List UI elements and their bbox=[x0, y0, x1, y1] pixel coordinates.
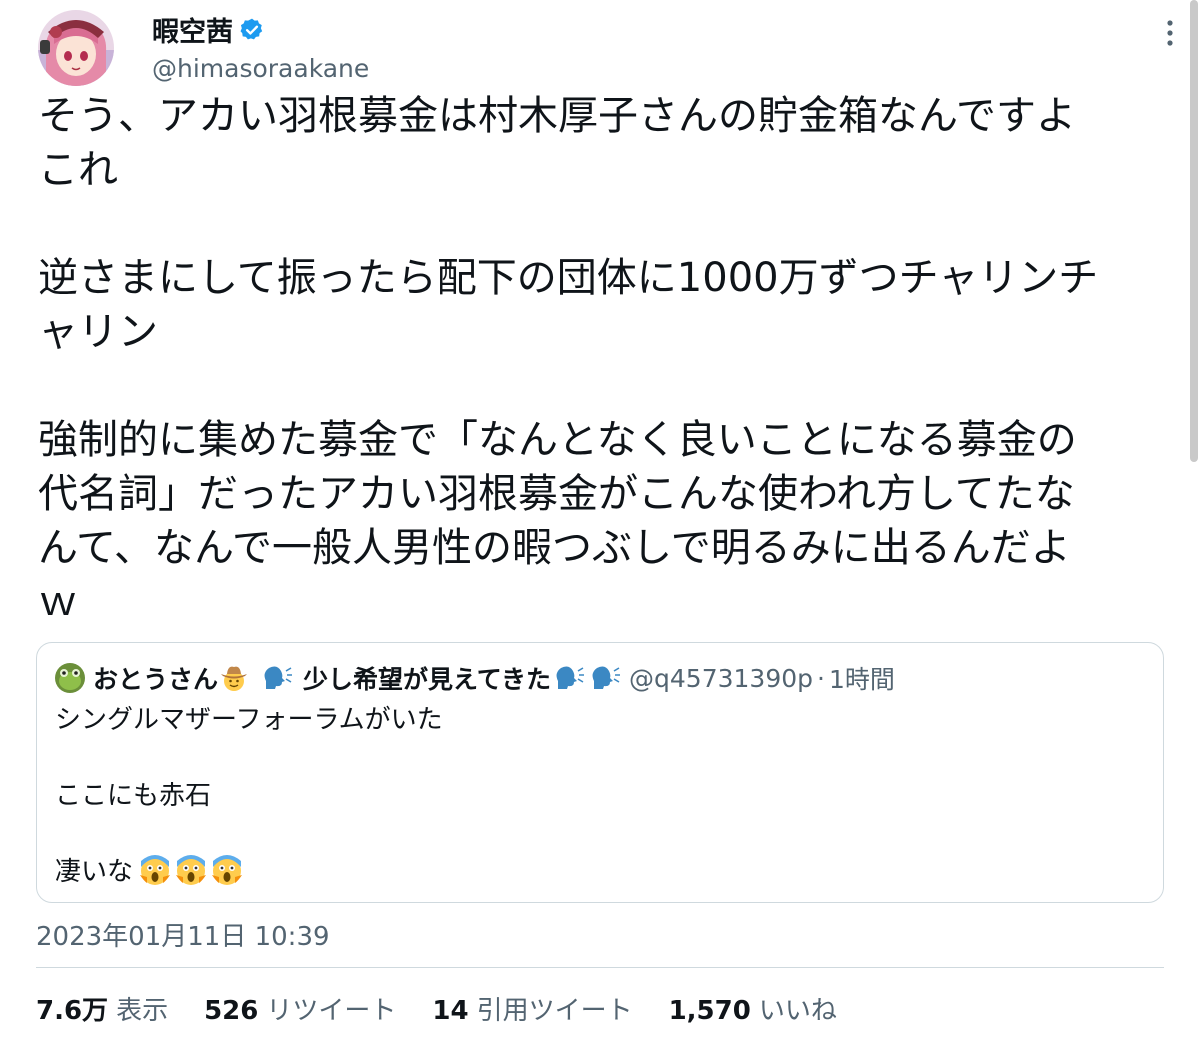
quoted-tweet-text: シングルマザーフォーラムがいた ここにも赤石 凄いな bbox=[55, 705, 443, 887]
verified-badge-icon bbox=[240, 18, 263, 39]
anime-girl-avatar-icon bbox=[38, 10, 114, 86]
quoted-author-name-suffix: 少し希望が見えてきた bbox=[303, 665, 552, 694]
quotes-label[interactable]: 引用ツイート bbox=[477, 990, 633, 1027]
likes-label[interactable]: いいね bbox=[759, 990, 837, 1027]
quotes-stat[interactable]: 14 引用ツイート bbox=[432, 990, 632, 1027]
frog-avatar-icon bbox=[55, 663, 85, 693]
quoted-tweet-header: おとうさん 少し希望が見えてきた @q45731390p · 1時間 bbox=[55, 661, 895, 695]
author-name-row[interactable]: 暇空茜 bbox=[152, 10, 265, 49]
cowboy-face-emoji-icon bbox=[221, 666, 248, 691]
screaming-face-emoji-icon bbox=[176, 855, 206, 885]
speaking-head-emoji-icon bbox=[556, 666, 585, 689]
screaming-face-emoji-icon bbox=[140, 855, 170, 885]
quoted-tweet[interactable]: おとうさん 少し希望が見えてきた @q45731390p · 1時間 シングルマ… bbox=[36, 642, 1164, 903]
engagement-stats: 7.6万 表示 526 リツイート 14 引用ツイート 1,570 いいね bbox=[36, 990, 873, 1027]
screaming-face-emoji-icon bbox=[212, 855, 242, 885]
more-options-icon[interactable] bbox=[1158, 16, 1182, 50]
views-label: 表示 bbox=[116, 996, 169, 1026]
scrollbar-thumb[interactable] bbox=[1190, 0, 1198, 462]
tweet-timestamp[interactable]: 2023年01月11日 10:39 bbox=[36, 916, 330, 953]
author-name[interactable]: 暇空茜 bbox=[152, 10, 233, 49]
retweets-label[interactable]: リツイート bbox=[266, 990, 396, 1027]
views-count: 7.6万 bbox=[36, 996, 109, 1026]
retweets-stat[interactable]: 526 リツイート bbox=[204, 990, 396, 1027]
quoted-author-avatar bbox=[55, 663, 85, 693]
speaking-head-emoji-icon bbox=[264, 666, 293, 689]
likes-count[interactable]: 1,570 bbox=[669, 996, 751, 1026]
quoted-author-handle: @q45731390p bbox=[629, 663, 814, 693]
author-avatar[interactable] bbox=[38, 10, 114, 86]
tweet-text: そう、アカい羽根募金は村木厚子さんの貯金箱なんですよ これ 逆さまにして振ったら… bbox=[38, 93, 1099, 625]
retweets-count[interactable]: 526 bbox=[204, 996, 258, 1026]
quoted-author-name: おとうさん bbox=[93, 665, 219, 694]
speaking-head-emoji-icon bbox=[592, 666, 621, 689]
separator-dot: · bbox=[817, 663, 825, 693]
screaming-emoji-row bbox=[137, 853, 245, 887]
divider bbox=[36, 967, 1164, 968]
views-stat: 7.6万 表示 bbox=[36, 990, 168, 1027]
author-handle[interactable]: @himasoraakane bbox=[152, 54, 369, 83]
quotes-count[interactable]: 14 bbox=[432, 996, 468, 1026]
likes-stat[interactable]: 1,570 いいね bbox=[669, 990, 837, 1027]
quoted-tweet-time: 1時間 bbox=[828, 665, 895, 694]
scrollbar[interactable] bbox=[1188, 0, 1200, 470]
